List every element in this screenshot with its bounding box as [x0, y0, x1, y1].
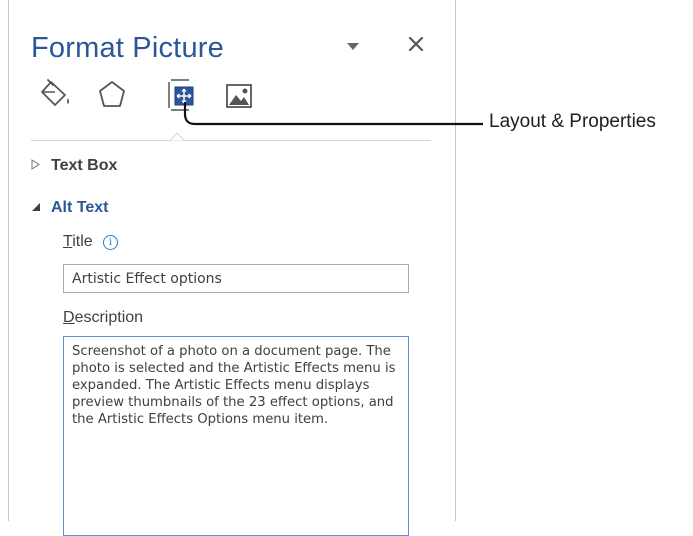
title-input[interactable]	[63, 264, 409, 293]
close-icon[interactable]	[407, 35, 425, 53]
section-alt-text-label: Alt Text	[51, 199, 109, 216]
section-text-box-label: Text Box	[51, 157, 118, 174]
effects-icon[interactable]	[97, 78, 127, 110]
format-picture-pane: Format Picture Text Box Alt Text Title i…	[8, 0, 456, 536]
pane-title: Format Picture	[31, 32, 224, 64]
info-icon[interactable]: i	[103, 235, 119, 250]
section-alt-text[interactable]: Alt Text	[31, 199, 108, 217]
title-label: Title i	[63, 233, 119, 251]
description-textarea[interactable]	[63, 336, 409, 536]
callout-label: Layout & Properties	[489, 111, 656, 132]
section-text-box[interactable]: Text Box	[31, 157, 117, 175]
task-pane-options-icon[interactable]	[345, 40, 361, 54]
callout-leader-line	[183, 102, 483, 126]
tab-divider	[31, 140, 431, 141]
selected-tab-pointer	[170, 132, 184, 141]
fill-line-icon[interactable]	[37, 78, 73, 110]
expanded-arrow-icon	[31, 202, 45, 215]
collapsed-arrow-icon	[31, 159, 45, 173]
description-label: Description	[63, 309, 144, 326]
